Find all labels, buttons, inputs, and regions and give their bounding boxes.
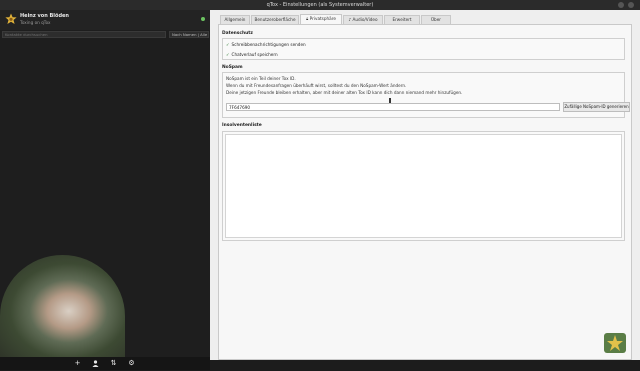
contact-filter-select[interactable]: Nach Namen | Alle <box>169 31 209 38</box>
profile-name[interactable]: Heinz von Blöden <box>20 13 69 19</box>
privacy-panel: Datenschutz ✓ Schreibbenachrichtigungen s… <box>218 24 632 360</box>
webcam-overlay <box>0 255 125 357</box>
contact-search-input[interactable] <box>2 31 166 38</box>
tab-audio-video[interactable]: ♪ Audio/Video <box>343 15 383 24</box>
keep-history-checkbox[interactable]: ✓ Chatverlauf speichern <box>226 52 278 57</box>
blacklist-textarea[interactable] <box>225 134 622 238</box>
plus-icon[interactable]: + <box>73 359 82 368</box>
blacklist-section-title: Insolventenliste <box>222 123 262 128</box>
status-online-icon[interactable] <box>201 17 205 21</box>
tab-privacy[interactable]: 🔒︎ Privatsphäre <box>300 14 342 24</box>
privacy-group: ✓ Schreibbenachrichtigungen senden ✓ Chatv… <box>222 38 625 60</box>
typing-notifications-label: Schreibbenachrichtigungen senden <box>231 42 306 47</box>
qtox-tray-icon[interactable] <box>604 333 626 353</box>
checkmark-icon: ✓ <box>226 42 230 47</box>
window-title: qTox - Einstellungen (als Systemverwalte… <box>266 2 374 8</box>
star-icon[interactable] <box>5 13 17 25</box>
nospam-description-2: Wenn du mit Freundesanfragen überhäuft w… <box>226 83 407 88</box>
close-button[interactable] <box>628 2 634 8</box>
profile-status-message[interactable]: Toxing on qTox <box>20 20 51 25</box>
gear-icon[interactable]: ⚙ <box>127 359 136 368</box>
nospam-description-1: NoSpam ist ein Teil deiner Tox ID. <box>226 76 296 81</box>
privacy-section-title: Datenschutz <box>222 31 253 36</box>
contact-search-row: Nach Namen | Alle <box>2 31 209 39</box>
tab-privacy-label: Privatsphäre <box>309 16 336 21</box>
nospam-group: NoSpam ist ein Teil deiner Tox ID. Wenn … <box>222 72 630 118</box>
window-titlebar: qTox - Einstellungen (als Systemverwalte… <box>0 0 640 10</box>
text-cursor-icon <box>389 98 391 103</box>
sidebar-bottom-bar: + ⇅ ⚙ <box>0 357 210 370</box>
blacklist-group <box>222 131 625 241</box>
minimize-button[interactable] <box>618 2 624 8</box>
tab-advanced[interactable]: Erweitert <box>384 15 420 24</box>
settings-pane: Allgemein Benutzeroberfläche 🔒︎ Privatsp… <box>210 10 640 360</box>
sidebar: Heinz von Blöden Toxing on qTox Nach Nam… <box>0 10 210 370</box>
group-icon[interactable] <box>91 359 100 368</box>
tab-about[interactable]: Über <box>421 15 451 24</box>
nospam-value-input[interactable] <box>226 103 560 111</box>
transfer-icon[interactable]: ⇅ <box>109 359 118 368</box>
typing-notifications-checkbox[interactable]: ✓ Schreibbenachrichtigungen senden <box>226 42 306 47</box>
nospam-section-title: NoSpam <box>222 65 243 70</box>
tab-user-interface[interactable]: Benutzeroberfläche <box>251 15 299 24</box>
checkmark-icon: ✓ <box>226 52 230 57</box>
generate-nospam-button[interactable]: Zufällige NoSpam-ID generieren <box>563 102 630 112</box>
nospam-description-3: Deine jetzigen Freunde bleiben erhalten,… <box>226 90 463 95</box>
tab-audio-video-label: Audio/Video <box>352 17 378 22</box>
tab-general[interactable]: Allgemein <box>220 15 250 24</box>
profile-header: Heinz von Blöden Toxing on qTox <box>0 10 210 30</box>
keep-history-label: Chatverlauf speichern <box>231 52 278 57</box>
